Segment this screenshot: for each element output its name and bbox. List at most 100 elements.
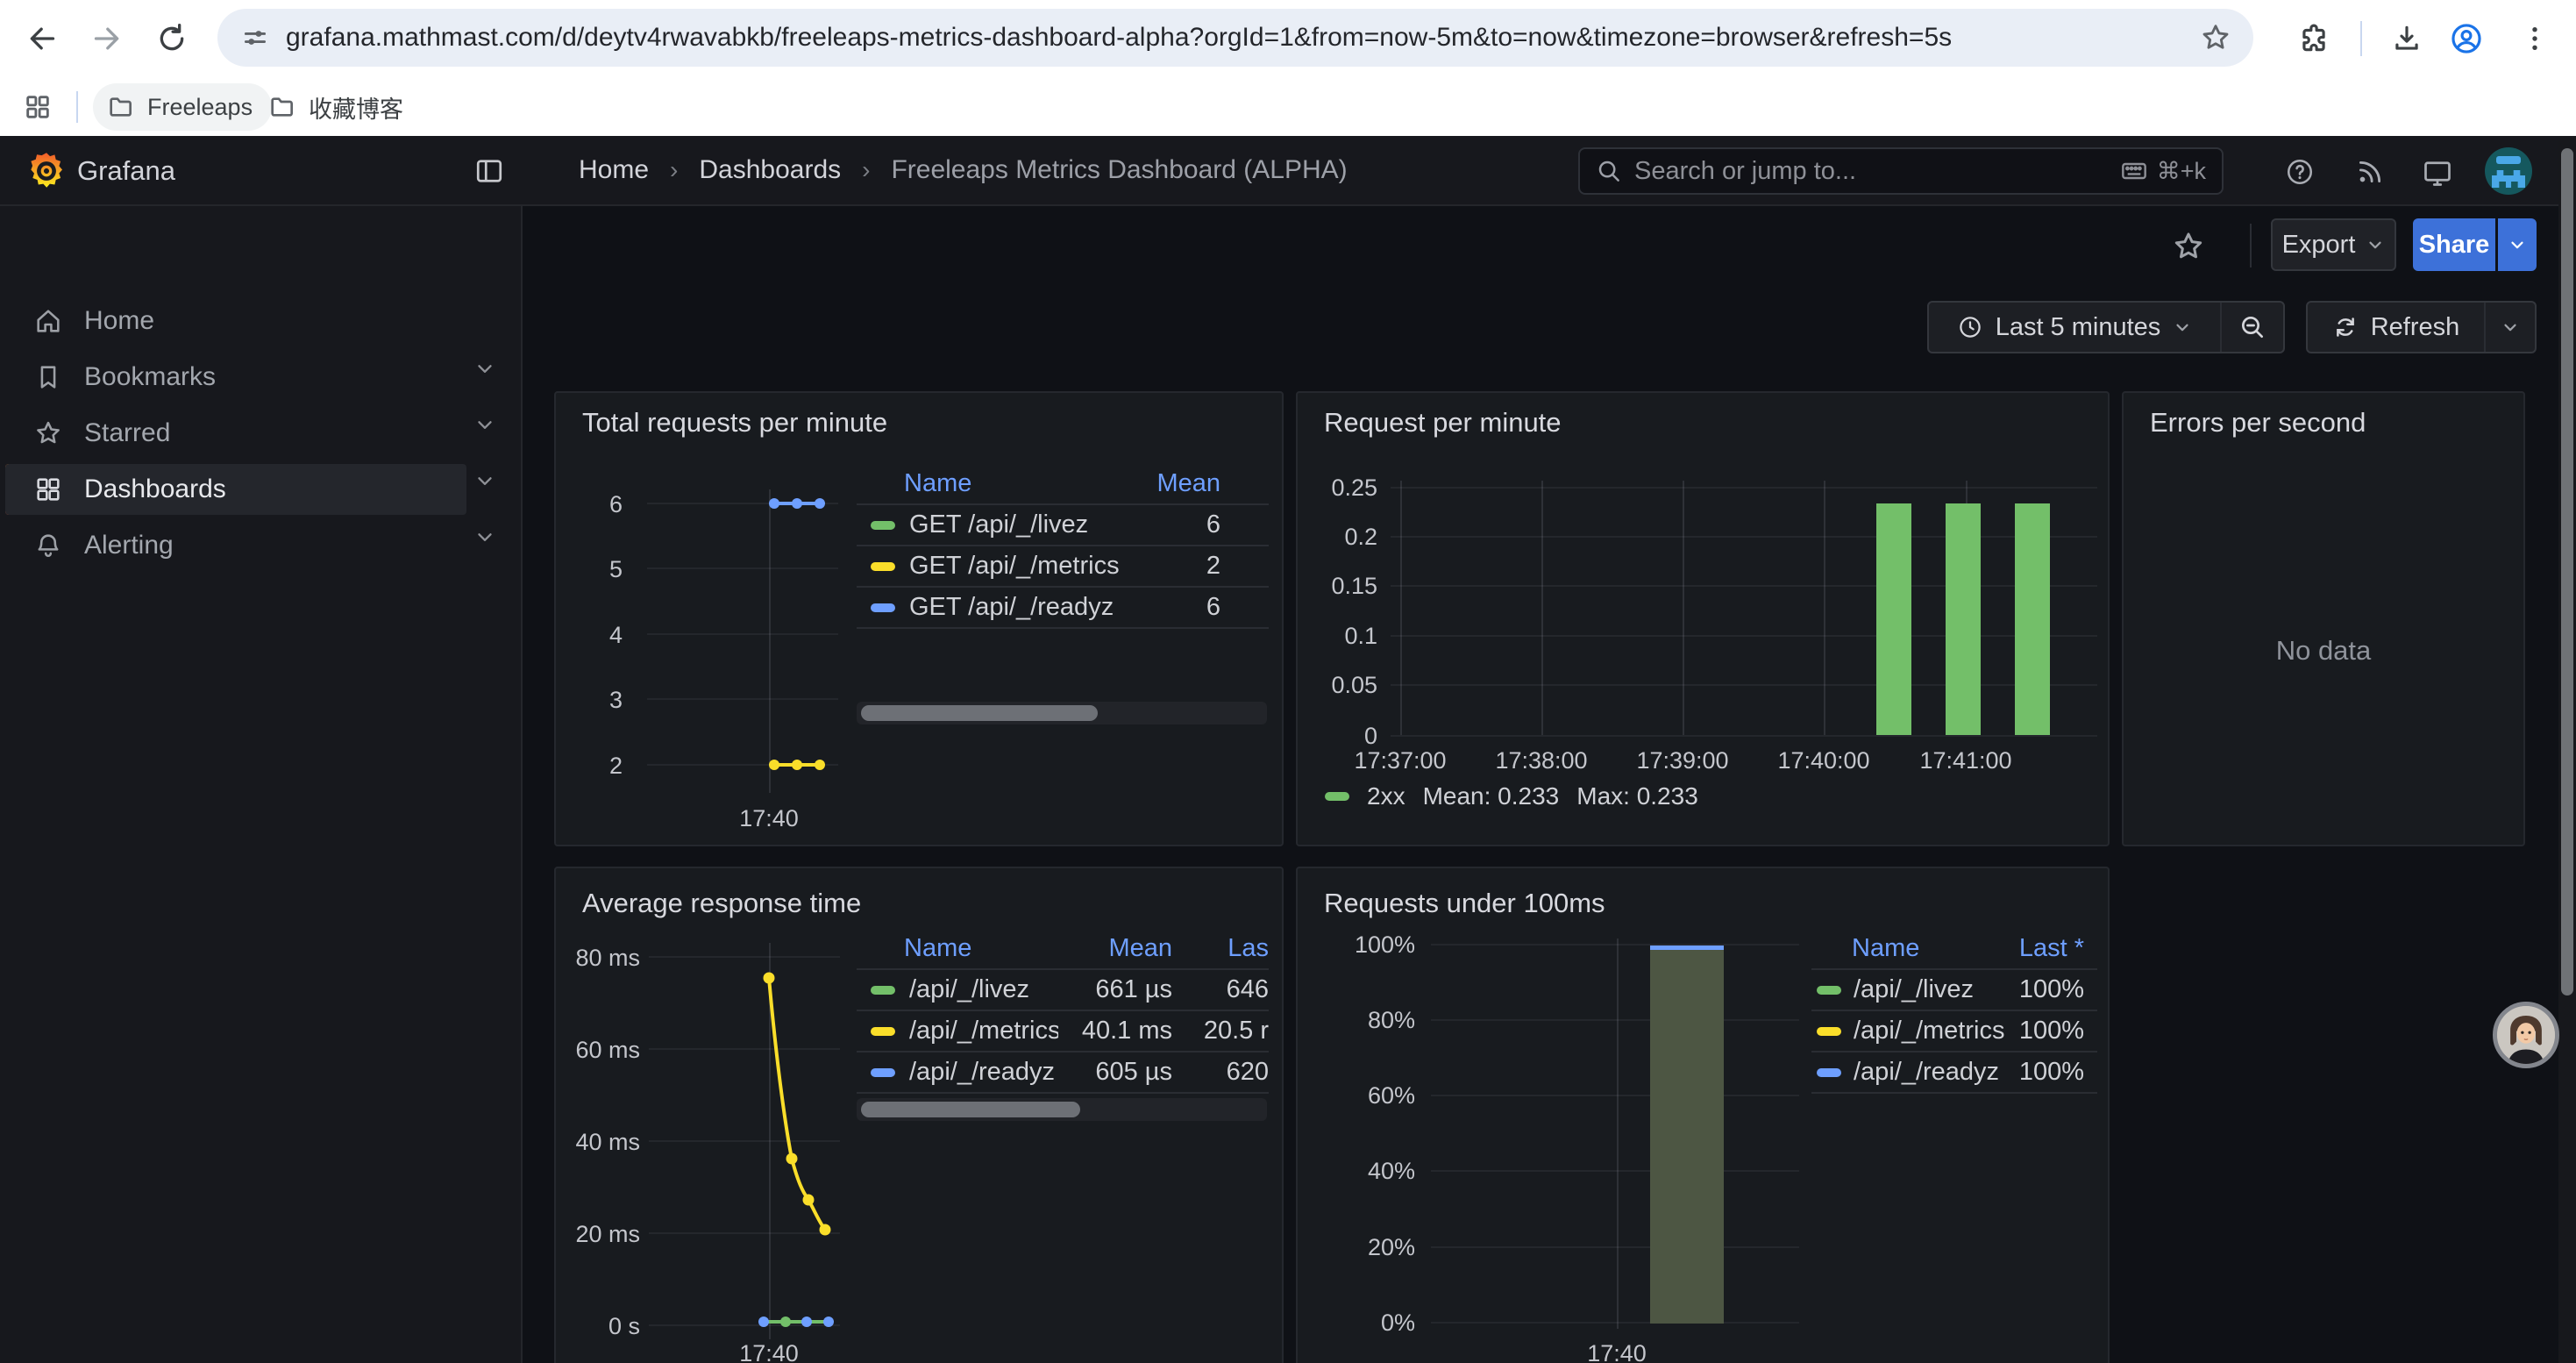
brand-name[interactable]: Grafana [77,155,175,187]
panel-total-requests: Total requests per minute 6 5 4 3 2 17:4… [554,391,1284,846]
y-tick: 0.25 [1298,475,1377,502]
y-tick: 5 [556,556,623,583]
url-text[interactable]: grafana.mathmast.com/d/deytv4rwavabkb/fr… [286,23,2199,53]
help-icon[interactable] [2285,157,2315,187]
panel-title[interactable]: Errors per second [2150,407,2366,439]
back-icon[interactable] [25,21,60,56]
refresh-button[interactable]: Refresh [2308,303,2484,352]
sidebar-item-label: Starred [84,418,170,448]
bookmark-label: 收藏博客 [309,90,403,125]
search-input[interactable]: Search or jump to... ⌘+k [1578,147,2224,195]
url-bar[interactable]: grafana.mathmast.com/d/deytv4rwavabkb/fr… [217,9,2253,67]
breadcrumb-separator: › [670,156,678,184]
legend-row[interactable]: /api/_/readyz 605 µs 620 [857,1053,1269,1094]
legend-inline[interactable]: 2xx Mean: 0.233 Max: 0.233 [1325,782,1698,810]
legend-header-last[interactable]: Las [1172,934,1269,963]
legend-header-row: Name Last * [1811,928,2097,970]
bookmark-folder-blogs[interactable]: 收藏博客 [268,83,403,131]
sidebar-item-alerting[interactable]: Alerting [5,520,466,571]
breadcrumb-dashboards[interactable]: Dashboards [699,155,841,185]
grafana-logo-icon[interactable] [26,151,67,191]
folder-icon [268,93,296,121]
scrollbar-thumb[interactable] [2561,148,2573,995]
legend-row[interactable]: /api/_/metrics 100% [1811,1011,2097,1053]
chevron-down-icon[interactable] [473,413,496,436]
panel-title[interactable]: Requests under 100ms [1324,888,1605,919]
legend-scrollbar[interactable] [857,702,1267,724]
legend-row[interactable]: /api/_/livez 100% [1811,970,2097,1011]
apps-grid-icon[interactable] [23,92,53,122]
legend-header-mean[interactable]: Mean [1156,469,1220,498]
sidebar-item-dashboards[interactable]: Dashboards [5,464,466,515]
extensions-icon[interactable] [2297,22,2330,55]
user-avatar[interactable] [2485,147,2532,195]
chevron-down-icon[interactable] [473,357,496,380]
sidebar-item-home[interactable]: Home [5,296,466,346]
reload-icon[interactable] [154,21,189,56]
share-label: Share [2419,231,2490,260]
legend-header-mean[interactable]: Mean [1058,934,1172,963]
share-menu-button[interactable] [2498,218,2537,271]
refresh-interval-button[interactable] [2486,303,2535,352]
legend-row[interactable]: GET /api/_/metrics 2 [857,546,1269,588]
legend-row[interactable]: /api/_/livez 661 µs 646 [857,970,1269,1011]
legend-header-name[interactable]: Name [904,934,1058,963]
chevron-down-icon[interactable] [473,525,496,548]
site-info-icon[interactable] [240,23,270,53]
series-max-stat: Max: 0.233 [1576,782,1698,810]
sidebar-item-label: Home [84,306,154,336]
legend-header-name[interactable]: Name [904,469,1156,498]
bookmark-star-icon[interactable] [2199,21,2232,54]
y-tick: 20 ms [556,1221,640,1248]
search-icon [1596,158,1622,184]
assistant-avatar[interactable] [2493,1002,2559,1068]
legend-table: Name Last * /api/_/livez 100% /api/_/met… [1811,928,2097,1094]
series-name: /api/_/readyz [909,1058,1058,1087]
y-tick: 3 [556,687,623,714]
browser-menu-icon[interactable] [2518,22,2551,55]
zoom-out-button[interactable] [2222,303,2283,352]
monitor-icon[interactable] [2422,157,2453,189]
y-tick: 20% [1324,1234,1415,1261]
sidebar-item-label: Alerting [84,531,174,560]
rss-icon[interactable] [2355,157,2385,187]
downloads-icon[interactable] [2390,22,2423,55]
y-tick: 60% [1324,1082,1415,1110]
legend-header-last[interactable]: Last * [2019,934,2084,963]
page-scrollbar[interactable] [2558,136,2576,1363]
legend-header-name[interactable]: Name [1852,934,2019,963]
sidebar-item-bookmarks[interactable]: Bookmarks [5,352,466,403]
series-color-pill [871,603,895,612]
y-tick: 0% [1324,1309,1415,1337]
sidebar-item-starred[interactable]: Starred [5,408,466,459]
panel-title[interactable]: Request per minute [1324,407,1562,439]
legend-row[interactable]: /api/_/readyz 100% [1811,1053,2097,1094]
panel-title[interactable]: Total requests per minute [582,407,887,439]
series-color-pill [871,1068,895,1077]
forward-icon[interactable] [89,21,125,56]
sidebar-toggle-icon[interactable] [473,155,505,187]
legend-row[interactable]: GET /api/_/readyz 6 [857,588,1269,629]
legend-scrollbar[interactable] [857,1098,1267,1121]
favorite-star-icon[interactable] [2171,229,2206,264]
series-color-pill [1817,1068,1841,1077]
y-tick: 0.2 [1298,524,1377,551]
legend-row[interactable]: GET /api/_/livez 6 [857,505,1269,546]
time-range-picker[interactable]: Last 5 minutes [1929,303,2220,352]
chevron-down-icon[interactable] [473,469,496,492]
legend-row[interactable]: /api/_/metrics 40.1 ms 20.5 r [857,1011,1269,1053]
share-button[interactable]: Share [2413,218,2495,271]
x-tick: 17:40 [739,1340,799,1363]
series-mean: 661 µs [1058,975,1172,1004]
avatar-pixel-visor [2496,156,2521,164]
series-name: /api/_/readyz [1854,1058,2019,1087]
profile-icon[interactable] [2450,22,2483,55]
bookmark-folder-freeleaps[interactable]: Freeleaps [93,83,272,131]
panel-title[interactable]: Average response time [582,888,861,919]
series-mean: 6 [1206,593,1220,622]
chevron-down-icon [2173,318,2192,337]
breadcrumb-home[interactable]: Home [579,155,649,185]
panel-requests-under-100ms: Requests under 100ms 100% 80% 60% 40% 20… [1296,867,2110,1363]
export-button[interactable]: Export [2271,218,2396,271]
y-tick: 0.15 [1298,573,1377,600]
